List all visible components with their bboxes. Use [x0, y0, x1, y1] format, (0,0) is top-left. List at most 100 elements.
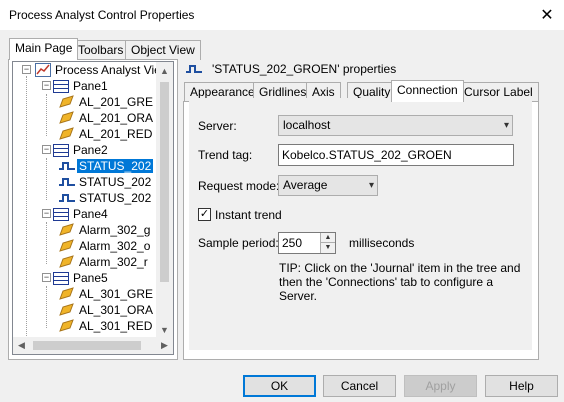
tree-node-label: Pane4	[73, 207, 108, 221]
collapse-icon[interactable]: −	[42, 145, 51, 154]
tree-alarm-node[interactable]: Alarm_302_o	[59, 238, 152, 254]
scroll-right-icon[interactable]: ▶	[156, 337, 173, 354]
tree-root[interactable]: − Process Analyst View	[19, 62, 172, 78]
chevron-down-icon: ▾	[368, 180, 374, 191]
tree-node-label: AL_201_ORA	[79, 111, 154, 125]
tree-pane-node[interactable]: − Pane2	[39, 142, 110, 158]
tree-node-label: Pane5	[73, 271, 108, 285]
horizontal-scroll-thumb[interactable]	[33, 341, 141, 350]
collapse-icon[interactable]: −	[22, 65, 31, 74]
tree-node-label: AL_201_GRE	[79, 95, 154, 109]
tree-pane-node[interactable]: − Pane1	[39, 78, 110, 94]
alarm-pen-icon	[59, 111, 74, 124]
tree-node-label: STATUS_202	[79, 191, 152, 205]
tree-node-label: AL_301_GRE	[79, 287, 154, 301]
tab-label: Object View	[131, 43, 195, 57]
tree-node-label: AL_201_RED	[79, 127, 153, 141]
trend-tag-input[interactable]: Kobelco.STATUS_202_GROEN	[278, 144, 514, 166]
alarm-pen-icon	[59, 319, 74, 332]
server-value: localhost	[283, 118, 331, 132]
digital-trend-icon	[59, 162, 75, 170]
tree-pane-node[interactable]: − Pane5	[39, 270, 110, 286]
tree-node-label: STATUS_202	[77, 159, 154, 173]
scroll-down-icon[interactable]: ▼	[156, 321, 173, 338]
object-tree[interactable]: − Process Analyst View − Pane1 AL_201_GR…	[12, 61, 174, 355]
instant-trend-label: Instant trend	[215, 208, 282, 222]
pane-icon	[53, 144, 69, 157]
tree-line	[46, 158, 47, 200]
alarm-pen-icon	[59, 255, 74, 268]
tree-pane-node[interactable]: − Pane4	[39, 206, 110, 222]
tree-alarm-node[interactable]: Alarm_302_r	[59, 254, 150, 270]
tree-node-label: Pane2	[73, 143, 108, 157]
collapse-icon[interactable]: −	[42, 273, 51, 282]
tree-root-label: Process Analyst View	[55, 63, 170, 77]
vertical-scroll-thumb[interactable]	[160, 82, 169, 282]
pane-icon	[53, 80, 69, 93]
tree-trend-node-selected[interactable]: STATUS_202	[59, 158, 154, 174]
tab-label: Appearance	[190, 85, 255, 99]
tree-alarm-node[interactable]: AL_201_RED	[59, 126, 154, 142]
pane-icon	[53, 272, 69, 285]
tree-node-label: AL_301_ORA	[79, 303, 154, 317]
tree-horizontal-scrollbar[interactable]: ◀ ▶	[13, 337, 173, 354]
help-button[interactable]: Help	[485, 375, 558, 397]
alarm-pen-icon	[59, 239, 74, 252]
tree-line	[46, 286, 47, 328]
tree-line	[46, 94, 47, 136]
request-mode-dropdown[interactable]: Average ▾	[278, 175, 378, 196]
tree-node-label: Pane1	[73, 79, 108, 93]
stepper-buttons[interactable]: ▲ ▼	[320, 233, 335, 253]
chevron-down-icon: ▾	[503, 120, 509, 131]
alarm-pen-icon	[59, 127, 74, 140]
increment-icon[interactable]: ▲	[321, 233, 335, 243]
server-label: Server:	[198, 119, 237, 133]
scroll-left-icon[interactable]: ◀	[13, 337, 30, 354]
collapse-icon[interactable]: −	[42, 81, 51, 90]
digital-trend-icon	[59, 194, 75, 202]
tree-line	[46, 222, 47, 264]
request-mode-value: Average	[283, 178, 328, 192]
cancel-button[interactable]: Cancel	[323, 375, 396, 397]
tree-alarm-node[interactable]: AL_301_GRE	[59, 286, 155, 302]
tree-alarm-node[interactable]: AL_201_GRE	[59, 94, 155, 110]
decrement-icon[interactable]: ▼	[321, 243, 335, 253]
trend-tag-label: Trend tag:	[198, 148, 253, 162]
tab-label: Axis	[312, 85, 335, 99]
sample-period-stepper[interactable]: 250 ▲ ▼	[278, 232, 336, 254]
properties-header: 'STATUS_202_GROEN' properties	[186, 62, 396, 76]
tab-label: Connection	[397, 83, 458, 97]
sample-period-unit: milliseconds	[349, 236, 415, 250]
tab-toolbars[interactable]: Toolbars	[72, 40, 130, 60]
tab-label: Toolbars	[78, 43, 124, 57]
ok-button[interactable]: OK	[243, 375, 316, 397]
tree-alarm-node[interactable]: AL_301_ORA	[59, 302, 155, 318]
tree-trend-node[interactable]: STATUS_202	[59, 174, 153, 190]
properties-title: 'STATUS_202_GROEN' properties	[212, 62, 397, 76]
tree-alarm-node[interactable]: Alarm_302_g	[59, 222, 152, 238]
tree-trend-node[interactable]: STATUS_202	[59, 190, 153, 206]
collapse-icon[interactable]: −	[42, 209, 51, 218]
window-title: Process Analyst Control Properties	[9, 8, 195, 22]
tab-main-page[interactable]: Main Page	[9, 38, 79, 60]
digital-trend-icon	[59, 178, 75, 186]
scroll-up-icon[interactable]: ▲	[156, 62, 173, 79]
digital-trend-icon	[186, 65, 202, 73]
tab-object-view[interactable]: Object View	[125, 40, 201, 60]
tree-alarm-node[interactable]: AL_201_ORA	[59, 110, 155, 126]
server-dropdown[interactable]: localhost ▾	[278, 115, 513, 136]
tab-label: Gridlines	[259, 85, 307, 99]
chart-view-icon	[35, 63, 51, 77]
tree-vertical-scrollbar[interactable]: ▲ ▼	[156, 62, 173, 338]
tree-alarm-node[interactable]: AL_301_RED	[59, 318, 154, 334]
alarm-pen-icon	[59, 303, 74, 316]
tab-label: Quality	[353, 85, 391, 99]
tree-node-label: Alarm_302_g	[79, 223, 151, 237]
apply-button[interactable]: Apply	[404, 375, 477, 397]
tab-connection[interactable]: Connection	[391, 80, 464, 102]
request-mode-label: Request mode:	[198, 179, 280, 193]
instant-trend-checkbox[interactable]: ✓	[198, 208, 211, 221]
tree-node-label: AL_301_RED	[79, 319, 153, 333]
close-icon[interactable]: ✕	[530, 0, 564, 30]
alarm-pen-icon	[59, 223, 74, 236]
